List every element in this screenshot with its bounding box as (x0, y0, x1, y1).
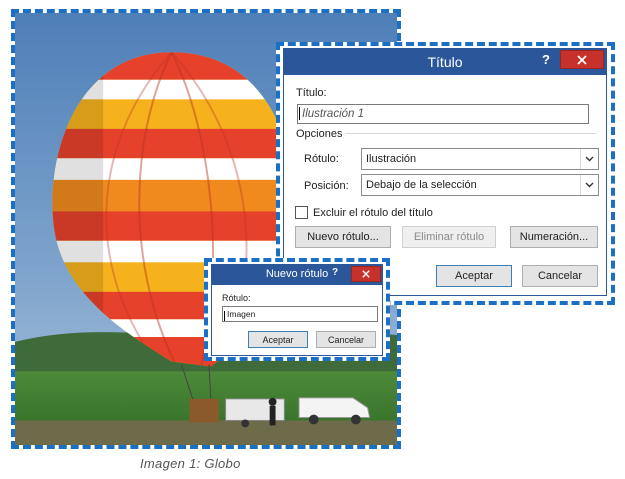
position-select-value: Debajo de la selección (366, 179, 477, 191)
help-button[interactable]: ? (332, 267, 338, 278)
delete-caption-button[interactable]: Eliminar rótulo (402, 226, 496, 248)
help-button[interactable]: ? (542, 52, 550, 67)
caption-select-value: Ilustración (366, 153, 417, 165)
dialog-title: Título (427, 54, 463, 70)
text-caret (299, 107, 300, 121)
chevron-down-icon[interactable] (580, 149, 598, 169)
position-select[interactable]: Debajo de la selección (361, 174, 599, 196)
position-label: Posición: (304, 180, 349, 192)
figure-caption: Imagen 1: Globo (140, 456, 241, 471)
chevron-down-icon[interactable] (580, 175, 598, 195)
close-icon (362, 270, 370, 278)
dialog-titlebar[interactable]: Nuevo rótulo ? (212, 265, 382, 285)
new-caption-input-value: Imagen (227, 309, 256, 319)
new-caption-ok-button[interactable]: Aceptar (248, 331, 308, 348)
exclude-label-checkbox[interactable] (295, 206, 308, 219)
close-icon (577, 54, 587, 65)
text-caret (224, 310, 225, 321)
ok-button[interactable]: Aceptar (436, 265, 512, 287)
exclude-label-text: Excluir el rótulo del título (313, 207, 433, 219)
new-caption-button[interactable]: Nuevo rótulo... (295, 226, 391, 248)
new-caption-cancel-button[interactable]: Cancelar (316, 331, 376, 348)
options-group-label: Opciones (296, 128, 343, 140)
title-input[interactable]: Ilustración 1 (297, 104, 589, 124)
options-divider (346, 133, 596, 134)
new-caption-dialog: Nuevo rótulo ? Rótulo: Imagen Aceptar Ca… (211, 264, 383, 356)
new-caption-label: Rótulo: (222, 293, 251, 303)
numbering-button[interactable]: Numeración... (510, 226, 598, 248)
close-button[interactable] (351, 266, 381, 282)
dialog-titlebar[interactable]: Título ? (284, 49, 606, 75)
caption-select[interactable]: Ilustración (361, 148, 599, 170)
caption-label: Rótulo: (304, 153, 339, 165)
title-input-value: Ilustración 1 (302, 108, 365, 120)
new-caption-input[interactable]: Imagen (222, 306, 378, 322)
close-button[interactable] (560, 50, 604, 69)
screenshot: Imagen 1: Globo Título ? Título: Ilustra… (0, 0, 625, 479)
cancel-button[interactable]: Cancelar (522, 265, 598, 287)
title-field-label: Título: (296, 87, 327, 99)
